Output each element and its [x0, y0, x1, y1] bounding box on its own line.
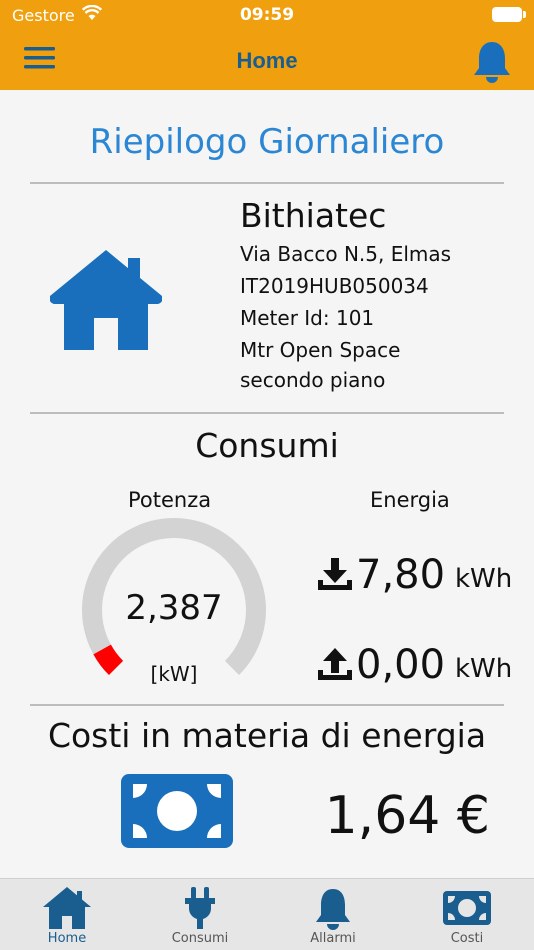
meter-description: Mtr Open Space — [240, 338, 401, 362]
summary-heading: Riepilogo Giornaliero — [89, 122, 445, 162]
site-code: IT2019HUB050034 — [240, 274, 429, 298]
energy-label: Energia — [370, 488, 450, 512]
bell-icon — [316, 889, 350, 930]
meter-id: Meter Id: 101 — [240, 306, 375, 330]
tab-home[interactable]: Home — [17, 879, 117, 950]
energy-export-unit: kWh — [455, 654, 513, 684]
power-unit: [kW] — [150, 662, 198, 686]
house-icon — [43, 887, 91, 929]
cost-value: 1,64 € — [324, 786, 490, 846]
divider — [30, 704, 504, 706]
energy-import-value: 7,80 — [356, 552, 446, 598]
energy-import-unit: kWh — [455, 564, 513, 594]
site-address: Via Bacco N.5, Elmas — [240, 242, 452, 266]
money-icon — [443, 891, 491, 925]
download-icon — [318, 558, 352, 590]
power-label: Potenza — [128, 488, 212, 512]
tab-bar: Home Consumi Allarmi Costi — [0, 878, 534, 950]
tab-label: Consumi — [171, 931, 229, 946]
energy-export-value: 0,00 — [356, 642, 446, 688]
upload-icon — [318, 648, 352, 680]
navigation-bar: Home — [0, 32, 534, 90]
page-title: Home — [236, 48, 298, 73]
site-name: Bithiatec — [240, 196, 387, 235]
status-bar: Gestore 09:59 — [0, 0, 534, 32]
clock: 09:59 — [239, 5, 295, 25]
bell-icon[interactable] — [472, 40, 512, 84]
tab-label: Costi — [450, 931, 484, 946]
costs-title: Costi in materia di energia — [47, 716, 487, 755]
house-icon — [50, 250, 162, 350]
tab-label: Home — [47, 931, 87, 946]
tab-costi[interactable]: Costi — [417, 879, 517, 950]
divider — [30, 412, 504, 414]
consumption-title: Consumi — [195, 426, 339, 465]
divider — [30, 182, 504, 184]
money-icon — [121, 774, 233, 848]
plug-icon — [185, 887, 215, 929]
tab-label: Allarmi — [310, 931, 356, 946]
meter-description-floor: secondo piano — [240, 368, 386, 392]
power-value: 2,387 — [125, 588, 223, 628]
tab-allarmi[interactable]: Allarmi — [283, 879, 383, 950]
battery-icon — [492, 7, 526, 22]
tab-consumi[interactable]: Consumi — [150, 879, 250, 950]
